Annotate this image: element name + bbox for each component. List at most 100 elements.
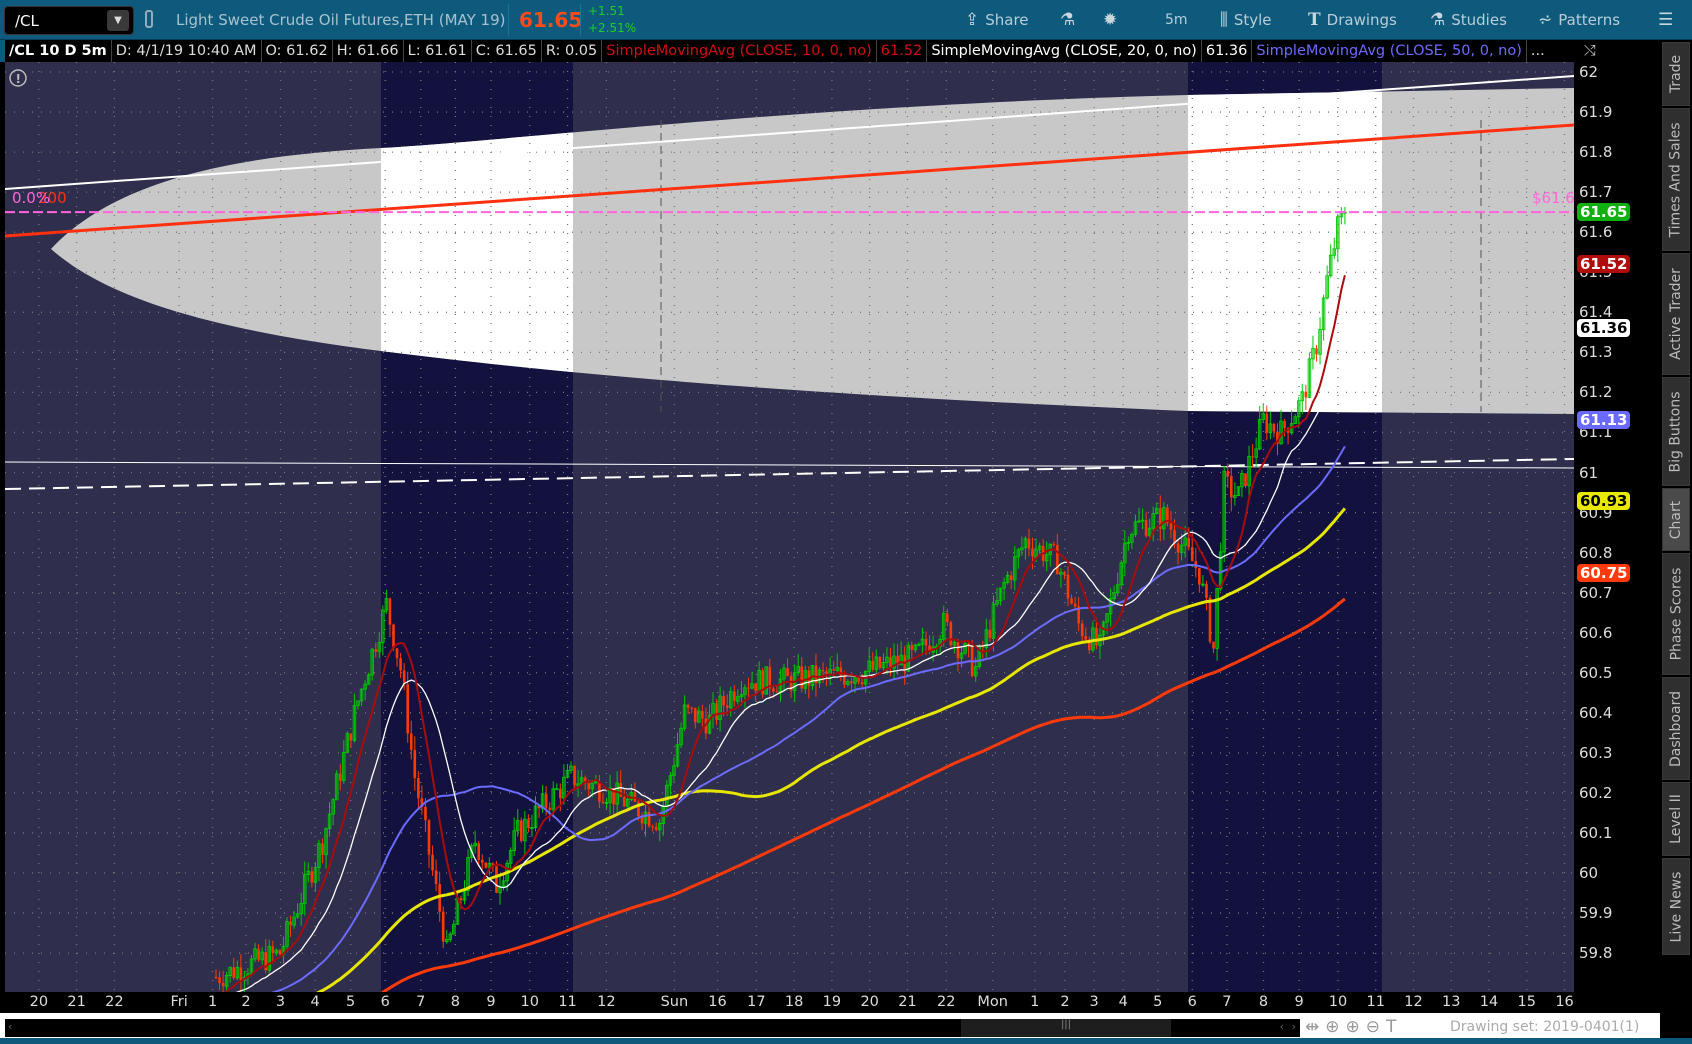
- price-tick-label: 61.6: [1579, 223, 1613, 242]
- time-tick-label: 10: [1328, 994, 1348, 1010]
- time-tick-label: 11: [1366, 994, 1385, 1010]
- price-tick-label: 61: [1579, 463, 1599, 482]
- candle-down: [587, 783, 591, 789]
- time-tick-label: 3: [1089, 994, 1099, 1010]
- time-tick-label: 17: [747, 994, 766, 1010]
- price-axis[interactable]: 6261.961.861.761.661.561.461.361.261.161…: [1574, 62, 1660, 992]
- candle-down: [214, 977, 218, 979]
- time-tick-label: 6: [380, 994, 390, 1010]
- candle-down: [910, 645, 914, 650]
- time-tick-label: 8: [450, 994, 460, 1010]
- candle-down: [619, 783, 622, 797]
- candle-down: [1095, 627, 1098, 646]
- zoom-in-icon[interactable]: ⊕: [1346, 1017, 1366, 1037]
- side-tab-trade[interactable]: Trade: [1662, 42, 1690, 106]
- time-tick-label: 14: [1479, 994, 1499, 1010]
- price-tick-label: 60.8: [1579, 543, 1613, 562]
- candle-down: [278, 950, 282, 955]
- price-tick-label: 61.2: [1579, 383, 1613, 402]
- candle-down: [427, 820, 431, 855]
- candle-down: [839, 667, 843, 676]
- time-tick-label: 11: [558, 994, 577, 1010]
- zoom-out-icon[interactable]: ⊖: [1366, 1017, 1386, 1037]
- candle-down: [431, 854, 434, 871]
- candle-down: [1066, 574, 1070, 599]
- candle-down: [1304, 391, 1308, 398]
- side-tab-phase-scores[interactable]: Phase Scores: [1662, 553, 1690, 675]
- side-tab-active-trader[interactable]: Active Trader: [1662, 253, 1690, 375]
- text-t-icon[interactable]: T: [1386, 1017, 1402, 1037]
- time-tick-label: 6: [1187, 994, 1197, 1010]
- candle-down: [1251, 456, 1254, 458]
- price-badge: 61.36: [1577, 319, 1631, 338]
- price-badge: 60.93: [1577, 491, 1631, 510]
- time-tick-label: 22: [937, 994, 956, 1010]
- candle-down: [1315, 348, 1318, 355]
- candle-down: [321, 843, 324, 855]
- drawing-set-label[interactable]: Drawing set: 2019-0401(1): [1450, 1019, 1639, 1035]
- time-tick-label: 1: [1030, 994, 1040, 1010]
- time-tick-label: Sun: [660, 994, 689, 1010]
- candle-down: [1063, 572, 1066, 575]
- time-tick-label: 16: [1555, 994, 1574, 1010]
- time-tick-label: 2: [241, 994, 251, 1010]
- candle-down: [424, 806, 427, 821]
- side-tab-label: Big Buttons: [1668, 390, 1684, 473]
- pan-icon[interactable]: ⇹: [1305, 1017, 1325, 1037]
- candle-down: [477, 843, 480, 860]
- side-tab-times-and-sales[interactable]: Times And Sales: [1662, 108, 1690, 251]
- side-tab-chart[interactable]: Chart: [1662, 488, 1690, 551]
- candle-down: [527, 819, 530, 829]
- fib-level-pct: 0.0%: [12, 189, 50, 207]
- price-tick-label: 60.4: [1579, 703, 1613, 722]
- candle-down: [520, 820, 523, 841]
- side-tab-label: Live News: [1668, 871, 1684, 942]
- candle-down: [257, 948, 260, 960]
- candle-down: [388, 598, 392, 625]
- candle-down: [878, 656, 882, 668]
- horizontal-scrollbar[interactable]: ‹ ||| ‹ ›: [5, 1019, 1300, 1037]
- price-badge: 61.65: [1577, 203, 1631, 222]
- time-tick-label: 15: [1517, 994, 1537, 1010]
- scroll-left-icon[interactable]: ‹: [8, 1020, 12, 1033]
- candle-down: [495, 866, 498, 893]
- candle-down: [654, 826, 658, 830]
- price-chart[interactable]: $61.652000.0%!: [0, 0, 1692, 1044]
- candle-down: [1052, 544, 1056, 546]
- candle-down: [1187, 537, 1190, 548]
- candle-down: [733, 691, 736, 702]
- candle-down: [399, 658, 402, 671]
- time-tick-label: 4: [310, 994, 320, 1010]
- alert-info-icon: !: [16, 72, 21, 86]
- scroll-right-icon[interactable]: ›: [1292, 1020, 1296, 1033]
- candle-down: [417, 778, 420, 799]
- candle-down: [693, 707, 697, 723]
- side-tab-level-ii[interactable]: Level II: [1662, 782, 1690, 856]
- time-tick-label: 12: [1404, 994, 1423, 1010]
- side-tab-live-news[interactable]: Live News: [1662, 858, 1690, 955]
- candle-down: [1283, 421, 1286, 429]
- price-tick-label: 60.1: [1579, 823, 1613, 842]
- price-badge: 61.13: [1577, 411, 1631, 430]
- price-tick-label: 60.5: [1579, 663, 1613, 682]
- side-tab-dashboard[interactable]: Dashboard: [1662, 677, 1690, 780]
- time-tick-label: 4: [1118, 994, 1128, 1010]
- candle-down: [722, 696, 725, 706]
- price-tick-label: 61.7: [1579, 183, 1613, 202]
- candle-down: [1144, 520, 1148, 536]
- price-badge: 60.75: [1577, 563, 1631, 582]
- candle-down: [544, 793, 548, 808]
- candle-down: [374, 649, 378, 652]
- scroll-left-icon[interactable]: ‹: [1280, 1020, 1284, 1033]
- time-tick-label: 22: [105, 994, 124, 1010]
- time-axis[interactable]: 20 21 22 Fri 1 2 3 4 5 6 7 8 9 10 11 12 Sun 16 17 18 19 20 21 2…: [0, 992, 1574, 1013]
- candle-down: [946, 613, 949, 623]
- crosshair-icon[interactable]: ⊕: [1325, 1017, 1345, 1037]
- scrollbar-thumb[interactable]: |||: [961, 1019, 1171, 1037]
- candle-down: [221, 982, 225, 987]
- time-tick-label: 21: [898, 994, 917, 1010]
- candle-down: [484, 862, 488, 868]
- side-tab-big-buttons[interactable]: Big Buttons: [1662, 377, 1690, 486]
- candle-down: [1009, 575, 1013, 581]
- time-tick-label: 5: [1153, 994, 1163, 1010]
